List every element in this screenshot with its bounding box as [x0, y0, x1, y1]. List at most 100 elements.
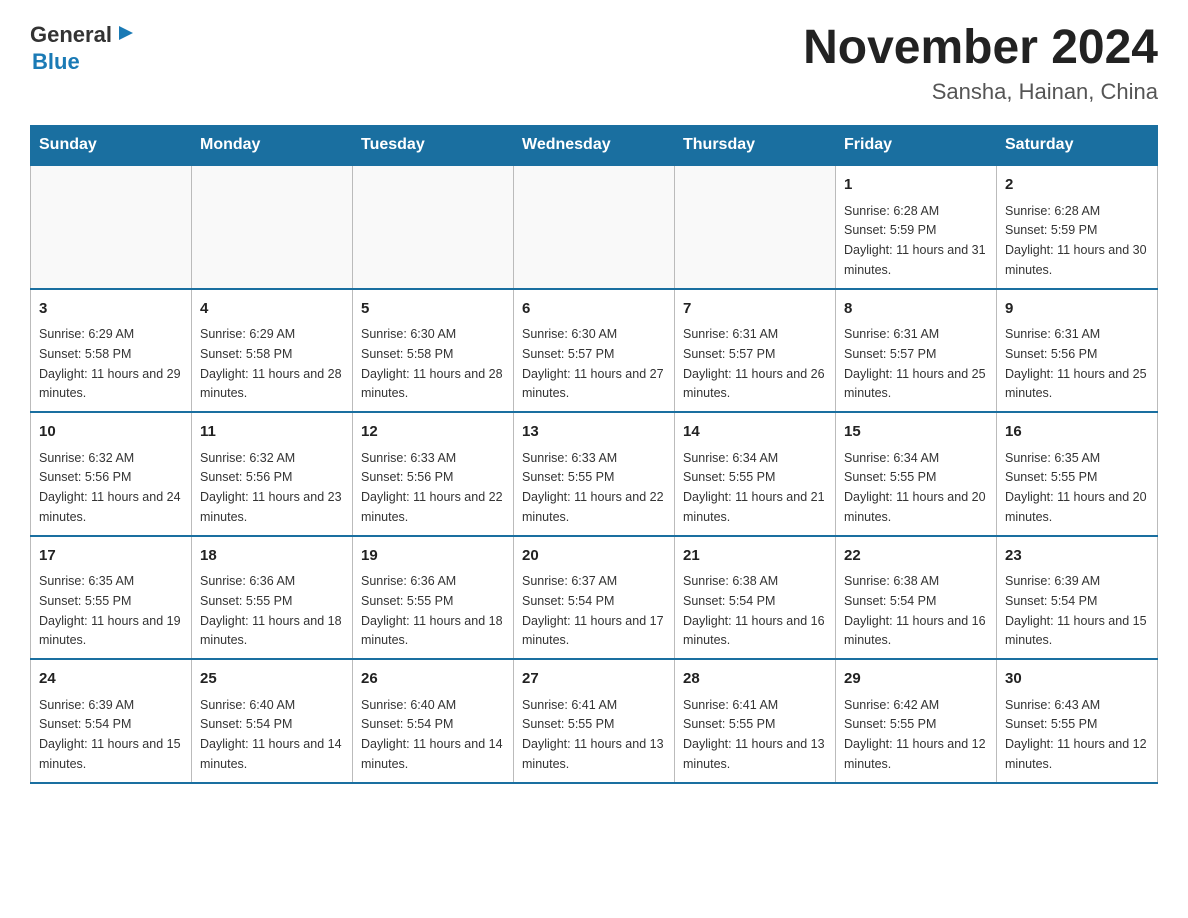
day-number: 21 [683, 545, 827, 568]
day-info: Sunrise: 6:31 AMSunset: 5:57 PMDaylight:… [683, 327, 825, 400]
logo: General Blue [30, 20, 137, 75]
weekday-header-row: SundayMondayTuesdayWednesdayThursdayFrid… [31, 126, 1158, 166]
week-row-4: 17 Sunrise: 6:35 AMSunset: 5:55 PMDayligh… [31, 536, 1158, 660]
day-number: 27 [522, 668, 666, 691]
day-info: Sunrise: 6:37 AMSunset: 5:54 PMDaylight:… [522, 574, 664, 647]
day-number: 11 [200, 421, 344, 444]
day-number: 19 [361, 545, 505, 568]
day-cell: 6Sunrise: 6:30 AMSunset: 5:57 PMDaylight… [514, 289, 675, 413]
day-number: 6 [522, 298, 666, 321]
day-cell: 1 Sunrise: 6:28 AMSunset: 5:59 PMDaylight… [836, 165, 997, 289]
day-info: Sunrise: 6:38 AMSunset: 5:54 PMDaylight:… [844, 574, 986, 647]
day-info: Sunrise: 6:42 AMSunset: 5:55 PMDaylight:… [844, 698, 986, 771]
day-number: 22 [844, 545, 988, 568]
day-cell [514, 165, 675, 289]
day-number: 13 [522, 421, 666, 444]
day-number: 17 [39, 545, 183, 568]
day-number: 23 [1005, 545, 1149, 568]
day-number: 26 [361, 668, 505, 691]
day-info: Sunrise: 6:30 AMSunset: 5:58 PMDaylight:… [361, 327, 503, 400]
day-info: Sunrise: 6:32 AMSunset: 5:56 PMDaylight:… [39, 451, 181, 524]
day-cell: 22 Sunrise: 6:38 AMSunset: 5:54 PMDayligh… [836, 536, 997, 660]
day-info: Sunrise: 6:34 AMSunset: 5:55 PMDaylight:… [844, 451, 986, 524]
day-info: Sunrise: 6:33 AMSunset: 5:56 PMDaylight:… [361, 451, 503, 524]
day-cell: 12 Sunrise: 6:33 AMSunset: 5:56 PMDayligh… [353, 412, 514, 536]
day-info: Sunrise: 6:40 AMSunset: 5:54 PMDaylight:… [361, 698, 503, 771]
day-info: Sunrise: 6:29 AMSunset: 5:58 PMDaylight:… [39, 327, 181, 400]
weekday-header-wednesday: Wednesday [514, 126, 675, 166]
day-info: Sunrise: 6:35 AMSunset: 5:55 PMDaylight:… [39, 574, 181, 647]
day-cell: 25Sunrise: 6:40 AMSunset: 5:54 PMDayligh… [192, 659, 353, 783]
logo-arrow-icon [115, 22, 137, 44]
location-subtitle: Sansha, Hainan, China [803, 79, 1158, 105]
day-cell: 23 Sunrise: 6:39 AMSunset: 5:54 PMDayligh… [997, 536, 1158, 660]
day-info: Sunrise: 6:39 AMSunset: 5:54 PMDaylight:… [1005, 574, 1147, 647]
day-number: 1 [844, 174, 988, 197]
day-cell: 15 Sunrise: 6:34 AMSunset: 5:55 PMDayligh… [836, 412, 997, 536]
day-number: 9 [1005, 298, 1149, 321]
day-cell: 3 Sunrise: 6:29 AMSunset: 5:58 PMDaylight… [31, 289, 192, 413]
day-number: 28 [683, 668, 827, 691]
day-cell: 8 Sunrise: 6:31 AMSunset: 5:57 PMDaylight… [836, 289, 997, 413]
day-info: Sunrise: 6:34 AMSunset: 5:55 PMDaylight:… [683, 451, 825, 524]
day-number: 18 [200, 545, 344, 568]
day-cell: 29 Sunrise: 6:42 AMSunset: 5:55 PMDayligh… [836, 659, 997, 783]
day-cell [353, 165, 514, 289]
calendar-title-area: November 2024 Sansha, Hainan, China [803, 20, 1158, 105]
day-cell: 19Sunrise: 6:36 AMSunset: 5:55 PMDayligh… [353, 536, 514, 660]
day-info: Sunrise: 6:31 AMSunset: 5:57 PMDaylight:… [844, 327, 986, 400]
day-cell: 2Sunrise: 6:28 AMSunset: 5:59 PMDaylight… [997, 165, 1158, 289]
day-info: Sunrise: 6:32 AMSunset: 5:56 PMDaylight:… [200, 451, 342, 524]
day-number: 12 [361, 421, 505, 444]
day-cell [31, 165, 192, 289]
day-info: Sunrise: 6:28 AMSunset: 5:59 PMDaylight:… [844, 204, 986, 277]
day-info: Sunrise: 6:31 AMSunset: 5:56 PMDaylight:… [1005, 327, 1147, 400]
day-number: 8 [844, 298, 988, 321]
day-cell: 26 Sunrise: 6:40 AMSunset: 5:54 PMDayligh… [353, 659, 514, 783]
day-info: Sunrise: 6:40 AMSunset: 5:54 PMDaylight:… [200, 698, 342, 771]
day-cell: 27 Sunrise: 6:41 AMSunset: 5:55 PMDayligh… [514, 659, 675, 783]
day-number: 4 [200, 298, 344, 321]
day-info: Sunrise: 6:41 AMSunset: 5:55 PMDaylight:… [683, 698, 825, 771]
day-cell: 20 Sunrise: 6:37 AMSunset: 5:54 PMDayligh… [514, 536, 675, 660]
day-cell: 5 Sunrise: 6:30 AMSunset: 5:58 PMDaylight… [353, 289, 514, 413]
logo-general-text: General [30, 22, 112, 48]
day-cell: 14 Sunrise: 6:34 AMSunset: 5:55 PMDayligh… [675, 412, 836, 536]
day-cell: 9 Sunrise: 6:31 AMSunset: 5:56 PMDaylight… [997, 289, 1158, 413]
day-info: Sunrise: 6:28 AMSunset: 5:59 PMDaylight:… [1005, 204, 1147, 277]
day-number: 5 [361, 298, 505, 321]
day-number: 7 [683, 298, 827, 321]
day-cell: 13 Sunrise: 6:33 AMSunset: 5:55 PMDayligh… [514, 412, 675, 536]
day-cell: 24Sunrise: 6:39 AMSunset: 5:54 PMDayligh… [31, 659, 192, 783]
calendar-table: SundayMondayTuesdayWednesdayThursdayFrid… [30, 125, 1158, 784]
day-number: 15 [844, 421, 988, 444]
weekday-header-friday: Friday [836, 126, 997, 166]
day-cell [192, 165, 353, 289]
day-number: 14 [683, 421, 827, 444]
day-cell: 28 Sunrise: 6:41 AMSunset: 5:55 PMDayligh… [675, 659, 836, 783]
week-row-5: 24Sunrise: 6:39 AMSunset: 5:54 PMDayligh… [31, 659, 1158, 783]
day-info: Sunrise: 6:39 AMSunset: 5:54 PMDaylight:… [39, 698, 181, 771]
day-number: 30 [1005, 668, 1149, 691]
day-cell: 18Sunrise: 6:36 AMSunset: 5:55 PMDayligh… [192, 536, 353, 660]
day-number: 3 [39, 298, 183, 321]
day-cell [675, 165, 836, 289]
logo-blue-text: Blue [32, 49, 80, 75]
week-row-1: 1 Sunrise: 6:28 AMSunset: 5:59 PMDaylight… [31, 165, 1158, 289]
day-cell: 30Sunrise: 6:43 AMSunset: 5:55 PMDayligh… [997, 659, 1158, 783]
day-info: Sunrise: 6:41 AMSunset: 5:55 PMDaylight:… [522, 698, 664, 771]
weekday-header-saturday: Saturday [997, 126, 1158, 166]
day-number: 10 [39, 421, 183, 444]
month-year-title: November 2024 [803, 20, 1158, 75]
day-cell: 11 Sunrise: 6:32 AMSunset: 5:56 PMDayligh… [192, 412, 353, 536]
day-cell: 10 Sunrise: 6:32 AMSunset: 5:56 PMDayligh… [31, 412, 192, 536]
weekday-header-thursday: Thursday [675, 126, 836, 166]
day-number: 29 [844, 668, 988, 691]
day-info: Sunrise: 6:29 AMSunset: 5:58 PMDaylight:… [200, 327, 342, 400]
day-info: Sunrise: 6:33 AMSunset: 5:55 PMDaylight:… [522, 451, 664, 524]
day-number: 20 [522, 545, 666, 568]
day-number: 16 [1005, 421, 1149, 444]
day-info: Sunrise: 6:35 AMSunset: 5:55 PMDaylight:… [1005, 451, 1147, 524]
day-cell: 7 Sunrise: 6:31 AMSunset: 5:57 PMDaylight… [675, 289, 836, 413]
week-row-3: 10 Sunrise: 6:32 AMSunset: 5:56 PMDayligh… [31, 412, 1158, 536]
